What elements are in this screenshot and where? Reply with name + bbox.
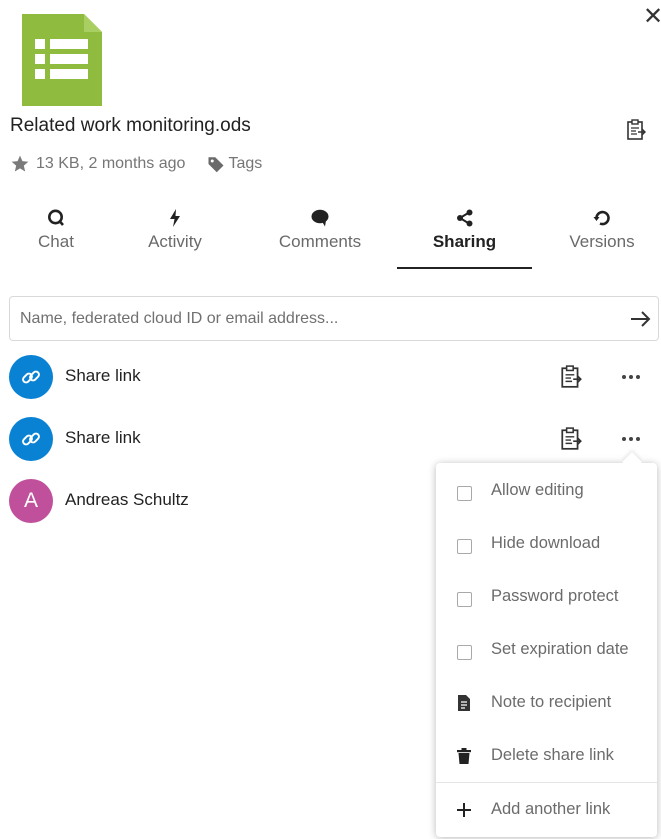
tab-label: Chat: [38, 232, 74, 251]
menu-item-allow-editing[interactable]: Allow editing: [436, 465, 657, 518]
menu-item-label: Allow editing: [491, 481, 584, 499]
close-icon[interactable]: ✕: [643, 5, 661, 29]
star-icon[interactable]: [10, 154, 30, 174]
share-search-input[interactable]: [10, 297, 610, 340]
share-search: [9, 296, 659, 341]
active-tab-indicator: [397, 267, 532, 269]
menu-item-set-expiration[interactable]: Set expiration date: [436, 624, 657, 677]
tab-comments[interactable]: Comments: [268, 205, 372, 269]
tab-label: Comments: [278, 232, 362, 251]
more-options-icon[interactable]: [619, 365, 643, 389]
arrow-right-icon[interactable]: [628, 307, 652, 331]
tab-label: Sharing: [432, 232, 497, 251]
link-avatar: [9, 355, 53, 399]
menu-item-add-another-link[interactable]: Add another link: [436, 784, 657, 837]
clipboard-icon[interactable]: [560, 427, 582, 451]
checkbox[interactable]: [457, 592, 472, 607]
menu-item-label: Add another link: [491, 800, 611, 818]
menu-item-label: Set expiration date: [491, 640, 629, 658]
menu-divider: [436, 782, 657, 783]
tab-label: Activity: [148, 232, 202, 251]
tag-icon: [208, 157, 224, 173]
history-icon: [593, 210, 610, 226]
sidebar-tabs: Chat Activity Comments Sharing Versions: [0, 205, 661, 269]
tab-sharing[interactable]: Sharing: [397, 205, 532, 269]
share-entry-link[interactable]: Share link: [9, 355, 661, 399]
avatar: A: [9, 479, 53, 523]
checkbox[interactable]: [457, 645, 472, 660]
share-entry-link[interactable]: Share link: [9, 417, 661, 461]
more-options-icon[interactable]: [619, 427, 643, 451]
share-options-menu: Allow editing Hide download Password pro…: [436, 452, 657, 837]
tags-link[interactable]: Tags: [228, 155, 262, 173]
clipboard-icon[interactable]: [560, 365, 582, 389]
menu-item-hide-download[interactable]: Hide download: [436, 518, 657, 571]
file-size-date: 13 KB, 2 months ago: [36, 155, 186, 172]
share-icon: [456, 209, 472, 227]
menu-item-label: Note to recipient: [491, 693, 612, 711]
file-meta: 13 KB, 2 months ago Tags: [10, 154, 262, 174]
tab-versions[interactable]: Versions: [560, 205, 644, 269]
checkbox[interactable]: [457, 539, 472, 554]
link-icon: [22, 432, 40, 446]
spreadsheet-icon: [22, 14, 102, 106]
note-icon: [458, 695, 470, 711]
lightning-icon: [170, 209, 180, 227]
checkbox[interactable]: [457, 486, 472, 501]
link-avatar: [9, 417, 53, 461]
menu-item-delete-share-link[interactable]: Delete share link: [436, 730, 657, 783]
menu-item-password-protect[interactable]: Password protect: [436, 571, 657, 624]
clipboard-icon[interactable]: [626, 119, 646, 141]
menu-item-note-to-recipient[interactable]: Note to recipient: [436, 677, 657, 730]
tab-chat[interactable]: Chat: [16, 205, 96, 269]
tab-label: Versions: [569, 232, 635, 251]
menu-item-label: Hide download: [491, 534, 601, 552]
file-name: Related work monitoring.ods: [10, 115, 251, 136]
share-label: Share link: [65, 366, 141, 385]
menu-item-label: Delete share link: [491, 746, 614, 764]
menu-item-label: Password protect: [491, 587, 619, 605]
share-label: Andreas Schultz: [65, 490, 189, 509]
chat-icon: [48, 209, 64, 226]
tab-activity[interactable]: Activity: [130, 205, 220, 269]
share-label: Share link: [65, 428, 141, 447]
plus-icon: [457, 803, 471, 817]
comment-bubble-icon: [311, 209, 329, 227]
link-icon: [22, 370, 40, 384]
trash-icon: [457, 748, 471, 764]
